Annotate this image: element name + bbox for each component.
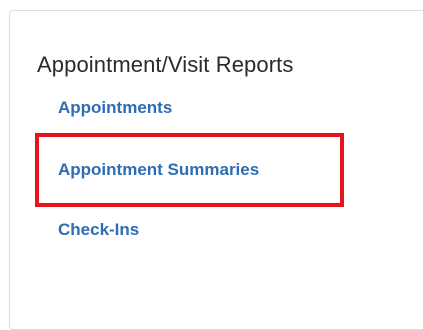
check-ins-link[interactable]: Check-Ins bbox=[58, 220, 139, 240]
appointments-link[interactable]: Appointments bbox=[58, 98, 172, 118]
panel-title: Appointment/Visit Reports bbox=[37, 52, 294, 77]
appointment-summaries-link[interactable]: Appointment Summaries bbox=[58, 160, 259, 180]
